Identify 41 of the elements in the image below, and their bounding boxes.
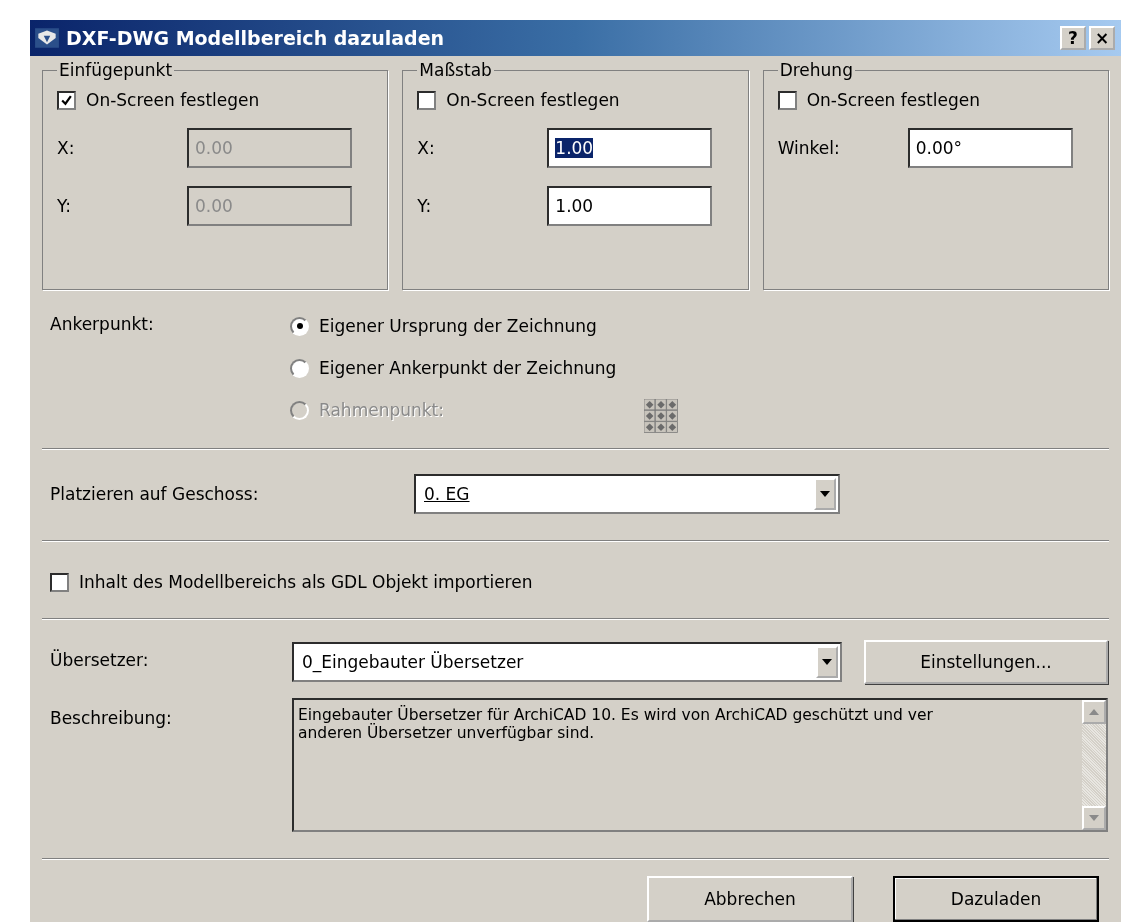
input-field[interactable]: 0.00° xyxy=(907,128,1073,168)
app-icon xyxy=(34,25,60,51)
translator-label: Übersetzer: xyxy=(49,648,150,670)
checkbox[interactable] xyxy=(57,90,76,110)
field-label: Winkel: xyxy=(777,138,841,158)
checkbox-label: Inhalt des Modellbereichs als GDL Objekt importieren xyxy=(79,572,533,592)
translator-dropdown[interactable]: 0_Eingebauter Übersetzer xyxy=(292,642,842,682)
radio-label: Eigener Ankerpunkt der Zeichnung xyxy=(319,358,617,378)
checkbox-label: On-Screen festlegen xyxy=(86,90,260,110)
dialog-button[interactable]: Abbrechen xyxy=(647,876,853,922)
checkbox-label: On-Screen festlegen xyxy=(446,90,620,110)
field-label: X: xyxy=(57,138,76,158)
radio-label: Rahmenpunkt: xyxy=(319,400,444,420)
group-title: Maßstab xyxy=(418,60,493,80)
description-label: Beschreibung: xyxy=(49,707,173,728)
input-field[interactable]: 1.00 xyxy=(547,128,713,168)
help-button[interactable]: ? xyxy=(1060,26,1086,50)
input-field[interactable]: 1.00 xyxy=(547,186,713,226)
checkbox[interactable] xyxy=(777,90,797,110)
description-text: anderen Übersetzer unverfügbar sind. xyxy=(298,724,596,742)
radio-button[interactable] xyxy=(290,316,309,336)
dialog-button[interactable]: Dazuladen xyxy=(893,876,1099,922)
anchor-label: Ankerpunkt: xyxy=(50,314,155,336)
radio-label: Eigener Ursprung der Zeichnung xyxy=(319,316,597,336)
field-label: Y: xyxy=(417,196,433,216)
group-title: Einfügepunkt xyxy=(58,60,174,80)
storey-label: Platzieren auf Geschoss: xyxy=(50,484,260,504)
group-title: Drehung xyxy=(778,60,854,80)
close-button[interactable]: × xyxy=(1089,26,1115,50)
checkbox[interactable] xyxy=(417,90,437,110)
check-icon xyxy=(60,93,73,107)
field-label: X: xyxy=(417,138,436,158)
description-text: Eingebauter Übersetzer für ArchiCAD 10. Es wird von ArchiCAD geschützt und ver xyxy=(298,706,934,724)
frame-point-grid-icon[interactable] xyxy=(644,399,678,433)
window-title: DXF-DWG Modellbereich dazuladen xyxy=(66,27,446,49)
storey-dropdown[interactable]: 0. EG xyxy=(414,474,840,514)
checkbox[interactable] xyxy=(50,572,69,592)
checkbox-label: On-Screen festlegen xyxy=(806,90,980,110)
field-label: Y: xyxy=(57,196,72,216)
radio-button[interactable] xyxy=(290,358,309,378)
settings-button[interactable]: Einstellungen... xyxy=(864,640,1108,684)
